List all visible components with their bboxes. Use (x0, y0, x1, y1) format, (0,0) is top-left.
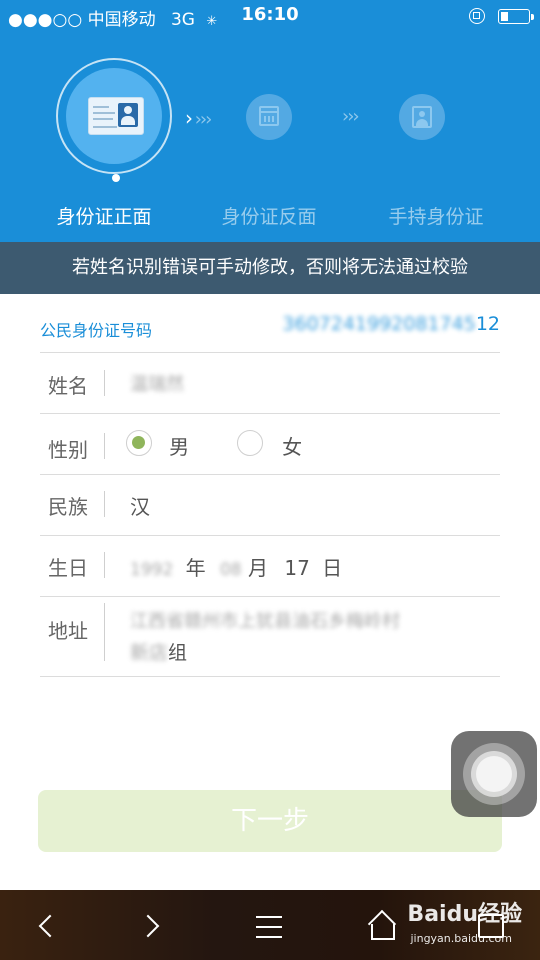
chevrons-icon: › ››› (185, 106, 212, 130)
divider (104, 552, 105, 578)
gender-male-option[interactable]: 男 (126, 428, 190, 459)
divider (104, 603, 105, 661)
day-unit: 日 (322, 556, 343, 580)
birthday-inputs: 1992 年 08 月 17 日 (130, 552, 342, 581)
ethnicity-input[interactable]: 汉 (130, 491, 150, 520)
id-number-label: 公民身份证号码 (40, 321, 153, 340)
status-time: 16:10 (241, 4, 299, 25)
birthday-row: 生日 1992 年 08 月 17 日 (40, 536, 500, 597)
person-photo-icon (412, 106, 432, 128)
forward-icon[interactable] (134, 908, 174, 944)
radio-unselected-icon[interactable] (237, 429, 263, 456)
id-number-value[interactable]: 360724199208174512 (282, 313, 500, 335)
address-label: 地址 (48, 619, 88, 643)
status-right (468, 6, 534, 26)
address-line-2[interactable]: 新店组 (130, 638, 187, 665)
name-row: 姓名 温瑞然 (40, 353, 500, 414)
step-label-front: 身份证正面 (56, 206, 152, 228)
step-label-holding: 手持身份证 (388, 206, 484, 228)
gender-row: 性别 男 女 (40, 414, 500, 475)
id-number-row: 公民身份证号码 360724199208174512 (40, 300, 500, 353)
divider (104, 491, 105, 517)
gender-label: 性别 (48, 438, 88, 462)
rotation-lock-icon (468, 8, 485, 24)
step-3-indicator (399, 94, 445, 140)
gender-female-label: 女 (282, 435, 303, 459)
address-line-1[interactable]: 江西省赣州市上犹县油石乡梅岭村 (130, 607, 400, 633)
ethnicity-row: 民族 汉 (40, 475, 500, 536)
home-icon[interactable] (364, 908, 404, 944)
step-1-indicator (56, 58, 172, 174)
gender-female-option[interactable]: 女 (237, 428, 303, 459)
name-label: 姓名 (48, 374, 88, 398)
chevrons-icon: ››› (342, 106, 360, 127)
next-step-button[interactable]: 下一步 (38, 790, 502, 852)
active-step-dot (112, 174, 120, 182)
notice-banner: 若姓名识别错误可手动修改，否则将无法通过校验 (0, 242, 540, 294)
divider (104, 370, 105, 396)
id-card-icon (88, 97, 144, 135)
birth-day-input[interactable]: 17 (284, 556, 309, 580)
year-unit: 年 (185, 556, 206, 580)
step-2-indicator (246, 94, 292, 140)
ethnicity-label: 民族 (48, 495, 88, 519)
assistive-touch-button[interactable] (451, 731, 537, 817)
calendar-icon (259, 106, 279, 126)
birthday-label: 生日 (48, 556, 88, 580)
battery-icon (498, 8, 534, 24)
step-label-back: 身份证反面 (221, 206, 317, 228)
birth-month-input[interactable]: 08 (220, 560, 242, 580)
step-header: › ››› ››› 身份证正面 身份证反面 手持身份证 (0, 30, 540, 242)
birth-year-input[interactable]: 1992 (130, 560, 173, 580)
browser-toolbar: Baidu经验 jingyan.baidu.com (0, 890, 540, 960)
radio-selected-icon[interactable] (126, 429, 152, 456)
baidu-watermark: Baidu经验 (407, 902, 522, 927)
status-bar: ●●●○○ 中国移动 3G ✳ 16:10 (0, 0, 540, 30)
menu-icon[interactable] (250, 908, 290, 944)
address-row: 地址 江西省赣州市上犹县油石乡梅岭村 新店组 (40, 597, 500, 677)
divider (104, 433, 105, 459)
baidu-watermark-url: jingyan.baidu.com (410, 932, 512, 945)
name-input[interactable]: 温瑞然 (130, 370, 184, 396)
gender-male-label: 男 (169, 435, 190, 459)
back-icon[interactable] (30, 908, 70, 944)
month-unit: 月 (247, 556, 268, 580)
